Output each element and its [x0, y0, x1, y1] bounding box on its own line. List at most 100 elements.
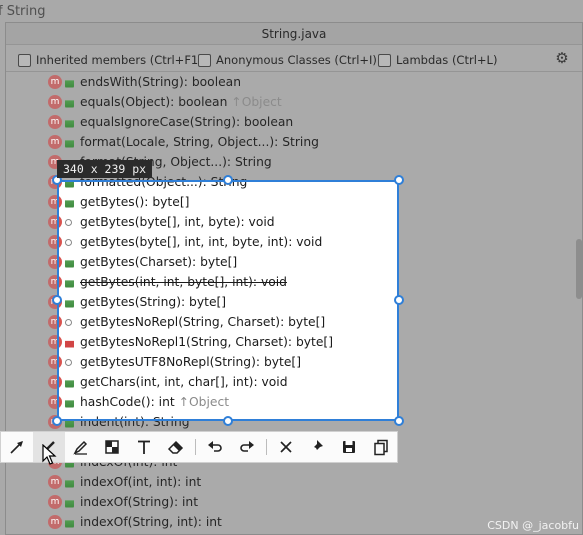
member-row[interactable]: m indexOf(String): int	[5, 492, 565, 512]
checkbox-box[interactable]	[378, 53, 391, 67]
member-list-highlight: mendsWith(String): booleanmequals(Object…	[57, 180, 399, 421]
public-lock-icon	[65, 100, 74, 108]
undo-button[interactable]	[199, 432, 231, 462]
inherited-from-label: ↑Object	[231, 95, 282, 109]
method-icon: m	[48, 95, 62, 109]
member-row[interactable]: m getBytes(): byte[]	[57, 192, 399, 212]
member-row[interactable]: m indexOf(int, int): int	[5, 472, 565, 492]
gear-icon[interactable]: ⚙	[554, 50, 570, 66]
method-icon: m	[48, 75, 62, 89]
arrow-tool-button[interactable]	[1, 432, 33, 462]
member-signature: getBytes(Charset): byte[]	[80, 255, 238, 269]
package-visibility-icon	[65, 318, 72, 326]
inherited-members-checkbox[interactable]: Inherited members (Ctrl+F12)	[18, 52, 210, 68]
redo-icon	[239, 441, 254, 452]
checkbox-box[interactable]	[198, 53, 211, 67]
public-lock-icon	[65, 200, 74, 208]
text-icon	[138, 440, 151, 454]
member-row[interactable]: m getBytes(byte[], int, int, byte, int): …	[57, 232, 399, 252]
member-row[interactable]: m equalsIgnoreCase(String): boolean	[5, 112, 565, 132]
method-icon: m	[57, 395, 62, 409]
screenshot-selection[interactable]: mendsWith(String): booleanmequals(Object…	[57, 180, 399, 421]
member-signature: indexOf(String): int	[80, 495, 199, 509]
member-row[interactable]: m indexOf(String, int): int	[5, 512, 565, 532]
mouse-cursor-icon	[42, 444, 57, 465]
member-row[interactable]: m equals(Object): boolean ↑Object	[5, 92, 565, 112]
member-signature: endsWith(String): boolean	[80, 75, 242, 89]
close-icon	[279, 441, 292, 453]
mosaic-tool-button[interactable]	[96, 432, 128, 462]
member-row[interactable]: m getBytesUTF8NoRepl(String): byte[]	[57, 352, 399, 372]
private-lock-icon	[65, 340, 74, 348]
member-row[interactable]: m getBytes(byte[], int, byte): void	[57, 212, 399, 232]
member-signature: getBytes(byte[], int, int, byte, int): v…	[80, 235, 323, 249]
member-row[interactable]: m format(Locale, String, Object...): Stri…	[5, 132, 565, 152]
annotation-toolbar	[0, 431, 398, 463]
resize-handle-top-right[interactable]	[394, 175, 404, 185]
method-icon: m	[57, 275, 62, 289]
member-signature: indexOf(int, int): int	[80, 475, 202, 489]
member-row[interactable]: m getChars(int, int, char[], int): void	[57, 372, 399, 392]
public-lock-icon	[65, 280, 74, 288]
method-icon: m	[48, 135, 62, 149]
public-lock-icon	[65, 520, 74, 528]
method-icon: m	[57, 215, 62, 229]
public-lock-icon	[65, 500, 74, 508]
checkbox-label: Inherited members (Ctrl+F12)	[36, 53, 211, 67]
member-signature: getBytes(byte[], int, byte): void	[80, 215, 275, 229]
resize-handle-bottom[interactable]	[223, 416, 233, 426]
eraser-icon	[167, 440, 184, 454]
member-signature: format(Locale, String, Object...): Strin…	[80, 135, 319, 149]
method-icon: m	[57, 335, 62, 349]
copy-button[interactable]	[365, 432, 397, 462]
method-icon: m	[57, 195, 62, 209]
member-row[interactable]: m getBytesNoRepl1(String, Charset): byte[…	[57, 332, 399, 352]
member-signature: getBytes(int, int, byte[], int): void	[80, 275, 287, 289]
editor-breadcrumb: f String	[0, 4, 46, 19]
member-signature: equalsIgnoreCase(String): boolean	[80, 115, 294, 129]
checkbox-box[interactable]	[18, 53, 31, 67]
member-signature: indexOf(String, int): int	[80, 515, 222, 529]
resize-handle-right[interactable]	[394, 295, 404, 305]
member-row[interactable]: m hashCode(): int↑Object	[57, 392, 399, 412]
undo-icon	[207, 441, 222, 452]
cancel-button[interactable]	[270, 432, 302, 462]
inherited-from-label: ↑Object	[178, 395, 230, 409]
text-tool-button[interactable]	[128, 432, 160, 462]
method-icon: m	[48, 495, 62, 509]
checkbox-label: Lambdas (Ctrl+L)	[396, 53, 498, 67]
toolbar-divider	[194, 439, 196, 455]
member-signature: hashCode(): int	[80, 395, 175, 409]
resize-handle-left[interactable]	[52, 295, 62, 305]
member-row[interactable]: m getBytesNoRepl(String, Charset): byte[]	[57, 312, 399, 332]
public-lock-icon	[65, 420, 74, 421]
mosaic-icon	[105, 440, 120, 454]
anonymous-classes-checkbox[interactable]: Anonymous Classes (Ctrl+I)	[198, 52, 377, 68]
save-button[interactable]	[333, 432, 365, 462]
member-signature: getBytesNoRepl1(String, Charset): byte[]	[80, 335, 334, 349]
method-icon: m	[57, 235, 62, 249]
pen-tool-button[interactable]	[65, 432, 97, 462]
checkbox-label: Anonymous Classes (Ctrl+I)	[216, 53, 377, 67]
resize-handle-bottom-left[interactable]	[52, 416, 62, 426]
package-visibility-icon	[65, 358, 72, 366]
member-row[interactable]: m getBytes(Charset): byte[]	[57, 252, 399, 272]
redo-button[interactable]	[231, 432, 263, 462]
highlighter-icon	[72, 440, 87, 455]
public-lock-icon	[65, 80, 74, 88]
method-icon: m	[57, 355, 62, 369]
member-signature: getBytes(String): byte[]	[80, 295, 227, 309]
member-row[interactable]: m getBytes(int, int, byte[], int): void	[57, 272, 399, 292]
resize-handle-top[interactable]	[223, 175, 233, 185]
public-lock-icon	[65, 120, 74, 128]
member-row[interactable]: mgetBytes(String): byte[]	[57, 292, 399, 312]
member-row[interactable]: m endsWith(String): boolean	[5, 72, 565, 92]
member-signature: getChars(int, int, char[], int): void	[80, 375, 288, 389]
public-lock-icon	[65, 300, 74, 308]
method-icon: m	[48, 115, 62, 129]
scrollbar-thumb[interactable]	[576, 239, 582, 299]
resize-handle-bottom-right[interactable]	[394, 416, 404, 426]
lambdas-checkbox[interactable]: Lambdas (Ctrl+L)	[378, 52, 497, 68]
eraser-tool-button[interactable]	[160, 432, 192, 462]
pin-button[interactable]	[301, 432, 333, 462]
